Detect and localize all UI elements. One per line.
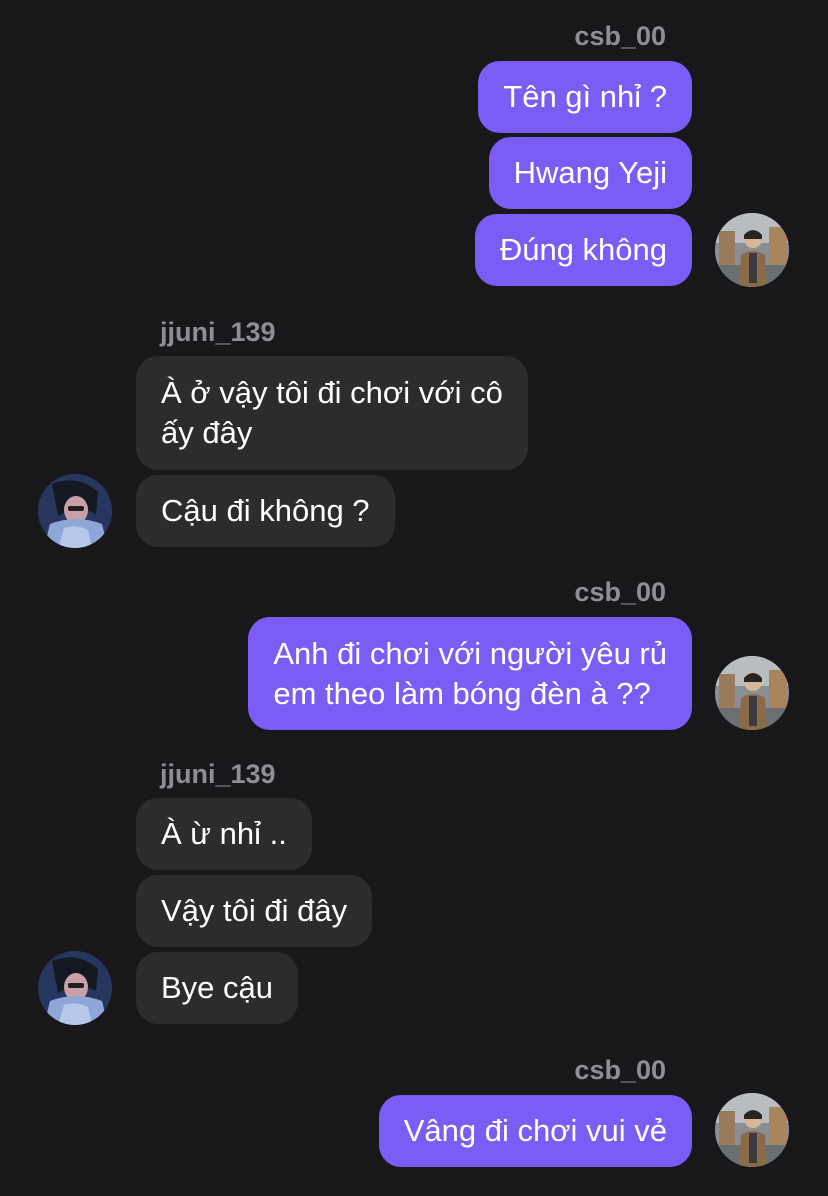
sender-username: jjuni_139 (160, 317, 276, 347)
contact-avatar-icon[interactable] (38, 951, 112, 1025)
sender-username: csb_00 (574, 21, 666, 51)
sender-username: csb_00 (574, 577, 666, 607)
sender-username: csb_00 (574, 1055, 666, 1085)
message-bubble-outgoing[interactable]: Tên gì nhỉ ? (478, 61, 692, 133)
sender-username: jjuni_139 (160, 759, 276, 789)
message-bubble-outgoing[interactable]: Hwang Yeji (488, 137, 692, 209)
user-avatar-icon[interactable] (715, 1093, 789, 1167)
message-bubble-outgoing[interactable]: Đúng không (474, 214, 692, 286)
message-bubble-outgoing[interactable]: Anh đi chơi với người yêu rủ em theo làm… (248, 617, 692, 730)
contact-avatar-icon[interactable] (38, 474, 112, 548)
message-bubble-incoming[interactable]: Bye cậu (136, 952, 299, 1024)
message-bubble-incoming[interactable]: Cậu đi không ? (136, 475, 395, 547)
message-bubble-outgoing[interactable]: Vâng đi chơi vui vẻ (378, 1095, 692, 1167)
message-bubble-incoming[interactable]: Vậy tôi đi đây (136, 875, 373, 947)
user-avatar-icon[interactable] (715, 213, 789, 287)
user-avatar-icon[interactable] (715, 656, 789, 730)
message-bubble-incoming[interactable]: À ừ nhỉ .. (136, 798, 312, 870)
message-bubble-incoming[interactable]: À ở vậy tôi đi chơi với cô ấy đây (136, 356, 528, 470)
